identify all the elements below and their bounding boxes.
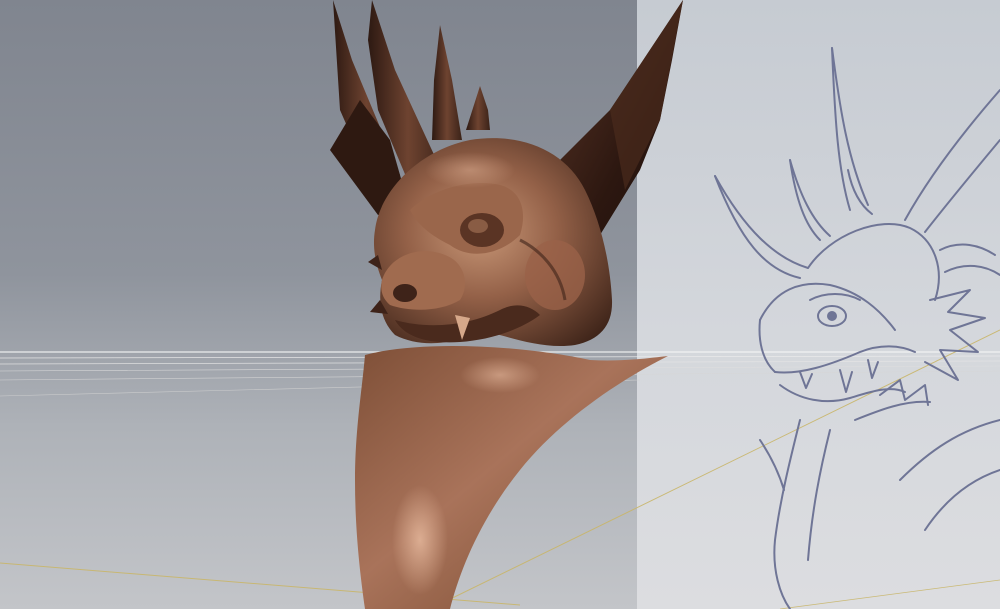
dragon-sculpt xyxy=(330,0,683,609)
small-spike xyxy=(466,86,490,130)
center-spike xyxy=(432,25,462,140)
dragon-sketch xyxy=(714,47,1000,609)
scene-canvas xyxy=(0,0,1000,609)
3d-viewport[interactable] xyxy=(0,0,1000,609)
